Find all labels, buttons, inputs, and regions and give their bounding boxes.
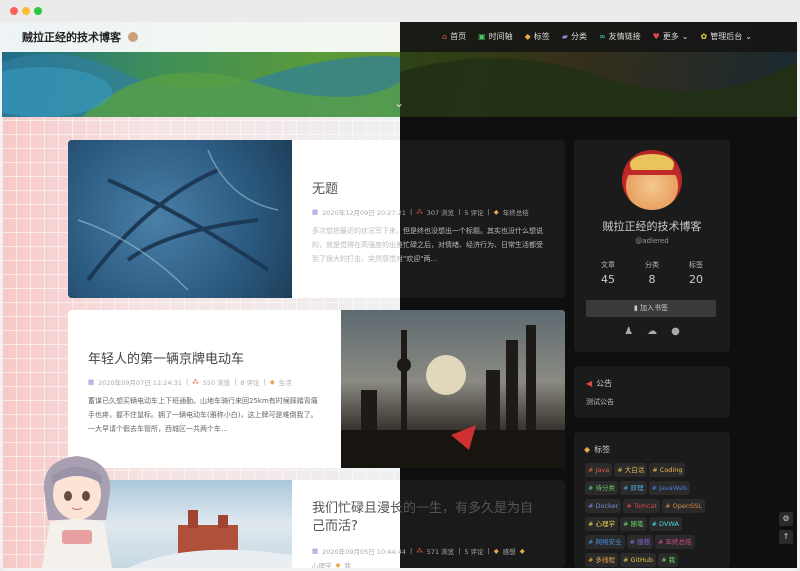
qq-icon[interactable]: ♟ [624,326,633,337]
tags-card: ◆ 标签 # Java # 大白话 # Coding # 待分类 # 原理 # JavaW… [574,432,730,568]
post-cover-image [68,140,292,298]
chevron-down-icon: ⌄ [745,32,752,41]
post-body: 年轻人的第一辆京牌电动车 ▦ 2020年09月07日 12:24:31 | ⁂ 550… [68,310,341,468]
tag-cloud: # Java # 大白话 # Coding # 待分类 # 原理 # JavaWeb # D… [584,461,720,568]
site-brand[interactable]: 贼拉正经的技术博客 [22,29,138,45]
settings-icon[interactable]: ⚙ [779,512,793,526]
nav-item-admin[interactable]: ✿ 管理后台 ⌄ [701,31,752,42]
page-viewport: 贼拉正经的技术博客 ⌂ 首页 ▣ 时间轴 ◆ 标签 ▰ 分类 ∞ 友情链接 ♥ 更多 ⌄ ✿ 管… [2,22,797,568]
chevron-down-icon: ⌄ [681,32,689,41]
tag-chip[interactable]: # OpenSSL [662,499,705,513]
tag-chip[interactable]: # Tomcat [623,499,661,513]
tags-title: 标签 [594,445,611,454]
post-meta: ▦ 2020年12月09日 20:27:21 | ⁂ 307 浏览 | 5 评论 | ◆ 年… [312,208,529,217]
announcement-card: ◀ 公告 测试公告 [574,366,730,418]
tag-chip[interactable]: # 随笔 [620,517,647,531]
profile-name: 贼拉正经的技术博客 [602,220,702,233]
link-icon: ∞ [598,32,606,41]
github-icon[interactable]: ● [671,326,680,337]
post-title[interactable]: 年轻人的第一辆京牌电动车 [88,348,321,367]
megaphone-icon: ◀ [586,379,593,388]
profile-handle: @adlered [635,237,669,245]
avatar[interactable] [622,150,682,210]
tag-chip[interactable]: # JavaWeb [648,481,690,495]
tag-chip[interactable]: # 年终总结 [655,535,695,549]
announcement-title: 公告 [596,379,613,388]
tag-chip[interactable]: # Java [585,463,613,477]
gear-icon: ✿ [700,32,708,41]
minimize-window-button[interactable] [22,7,30,15]
nav-item-timeline[interactable]: ▣ 时间轴 [478,31,513,42]
post-title[interactable]: 无题 [312,178,545,197]
post-excerpt: 蓄谋已久想买辆电动车上下班通勤。山地车骑行来回25km有时候踩踏背痛手也疼，握不… [88,397,318,433]
tag-icon: ◆ [269,378,275,386]
bookmark-button[interactable]: ▮ 加入书签 [586,300,716,317]
archive-icon: ▣ [478,32,486,41]
back-to-top-icon[interactable]: ↑ [779,530,793,544]
tag-chip[interactable]: # 原理 [620,481,647,495]
nav-item-home[interactable]: ⌂ 首页 [442,31,466,42]
tag-icon: ◆ [493,547,499,555]
calendar-icon: ▦ [88,378,95,386]
views-icon: ⁂ [192,378,199,386]
tag-chip[interactable]: # 待分类 [585,481,619,495]
scroll-down-chevron-icon[interactable]: ⌄ [394,96,404,110]
post-card[interactable]: 无题 ▦ 2020年12月09日 20:27:21 | ⁂ 307 浏览 | 5 评论 |… [68,140,565,298]
tag-chip[interactable]: # Coding [649,463,686,477]
home-icon: ⌂ [442,32,448,41]
tag-icon: ◆ [519,547,525,555]
folder-icon: ▰ [561,32,568,41]
post-cover-image [341,310,565,468]
wechat-icon[interactable]: ☁ [647,326,657,337]
emoji-icon [127,32,138,42]
nav-item-more[interactable]: ♥ 更多 ⌄ [653,31,689,42]
tag-icon: ◆ [524,32,531,41]
tag-chip[interactable]: # 我 [658,553,679,567]
post-body: 我们忙碌且漫长的一生，有多久是为自己而活? ▦ 2020年09月05日 10:44… [292,480,565,568]
post-card[interactable]: 年轻人的第一辆京牌电动车 ▦ 2020年09月07日 12:24:31 | ⁂ 550… [68,310,565,468]
tag-chip[interactable]: # 大白话 [614,463,648,477]
post-meta: ▦ 2020年09月07日 12:24:31 | ⁂ 550 浏览 | 8 评论 | ◆ 生… [88,378,292,387]
tag-chip[interactable]: # 多线程 [585,553,619,567]
maximize-window-button[interactable] [34,7,42,15]
heart-icon: ♥ [652,32,660,41]
stat-categories[interactable]: 分类 8 [645,260,659,286]
post-excerpt: 多次想把最近的状况写下来，但是终也没想出一个标题。其实也没什么想说的，就是觉得在… [312,227,543,263]
profile-stats: 文章 45 分类 8 标签 20 [586,260,718,286]
tag-chip[interactable]: # Docker [585,499,622,513]
tag-chip[interactable]: # 心理学 [585,517,619,531]
tag-chip[interactable]: # 网络安全 [585,535,625,549]
browser-window: 贼拉正经的技术博客 ⌂ 首页 ▣ 时间轴 ◆ 标签 ▰ 分类 ∞ 友情链接 ♥ 更多 ⌄ ✿ 管… [0,0,800,571]
calendar-icon: ▦ [312,208,319,216]
tag-chip[interactable]: # GitHub [620,553,657,567]
post-title[interactable]: 我们忙碌且漫长的一生，有多久是为自己而活? [312,500,545,536]
city-skyline [341,325,565,468]
views-icon: ⁂ [416,208,423,216]
post-meta: ▦ 2020年09月05日 10:44:44 | ⁂ 571 浏览 | 5 评论 | ◆ 感… [312,547,525,568]
anime-mascot[interactable] [32,450,122,568]
nav-item-tags[interactable]: ◆ 标签 [525,31,550,42]
tag-chip[interactable]: # DVWA [648,517,682,531]
tags-icon: ◆ [584,445,591,454]
tag-icon: ◆ [335,561,341,568]
top-navbar: 贼拉正经的技术博客 ⌂ 首页 ▣ 时间轴 ◆ 标签 ▰ 分类 ∞ 友情链接 ♥ 更多 ⌄ ✿ 管… [2,22,797,52]
calendar-icon: ▦ [312,547,319,555]
window-titlebar [0,0,800,22]
leaf-pattern [77,149,279,291]
stat-posts[interactable]: 文章 45 [601,260,615,286]
profile-card: 贼拉正经的技术博客 @adlered 文章 45 分类 8 标签 20 ▮ 加入书签 … [574,140,730,352]
bookmark-icon: ▮ [633,304,638,312]
nav-item-links[interactable]: ∞ 友情链接 [599,31,641,42]
post-card[interactable]: 我们忙碌且漫长的一生，有多久是为自己而活? ▦ 2020年09月05日 10:44… [68,480,565,568]
tag-icon: ◆ [493,208,499,216]
stat-tags[interactable]: 标签 20 [689,260,703,286]
nav-menu: ⌂ 首页 ▣ 时间轴 ◆ 标签 ▰ 分类 ∞ 友情链接 ♥ 更多 ⌄ ✿ 管理后台 ⌄ [442,31,752,42]
views-icon: ⁂ [416,547,423,555]
social-links: ♟ ☁ ● [574,326,730,337]
nav-item-categories[interactable]: ▰ 分类 [562,31,587,42]
post-body: 无题 ▦ 2020年12月09日 20:27:21 | ⁂ 307 浏览 | 5 评论 |… [292,140,565,298]
announcement-text: 测试公告 [586,398,614,406]
close-window-button[interactable] [10,7,18,15]
tag-chip[interactable]: # 感想 [626,535,654,549]
